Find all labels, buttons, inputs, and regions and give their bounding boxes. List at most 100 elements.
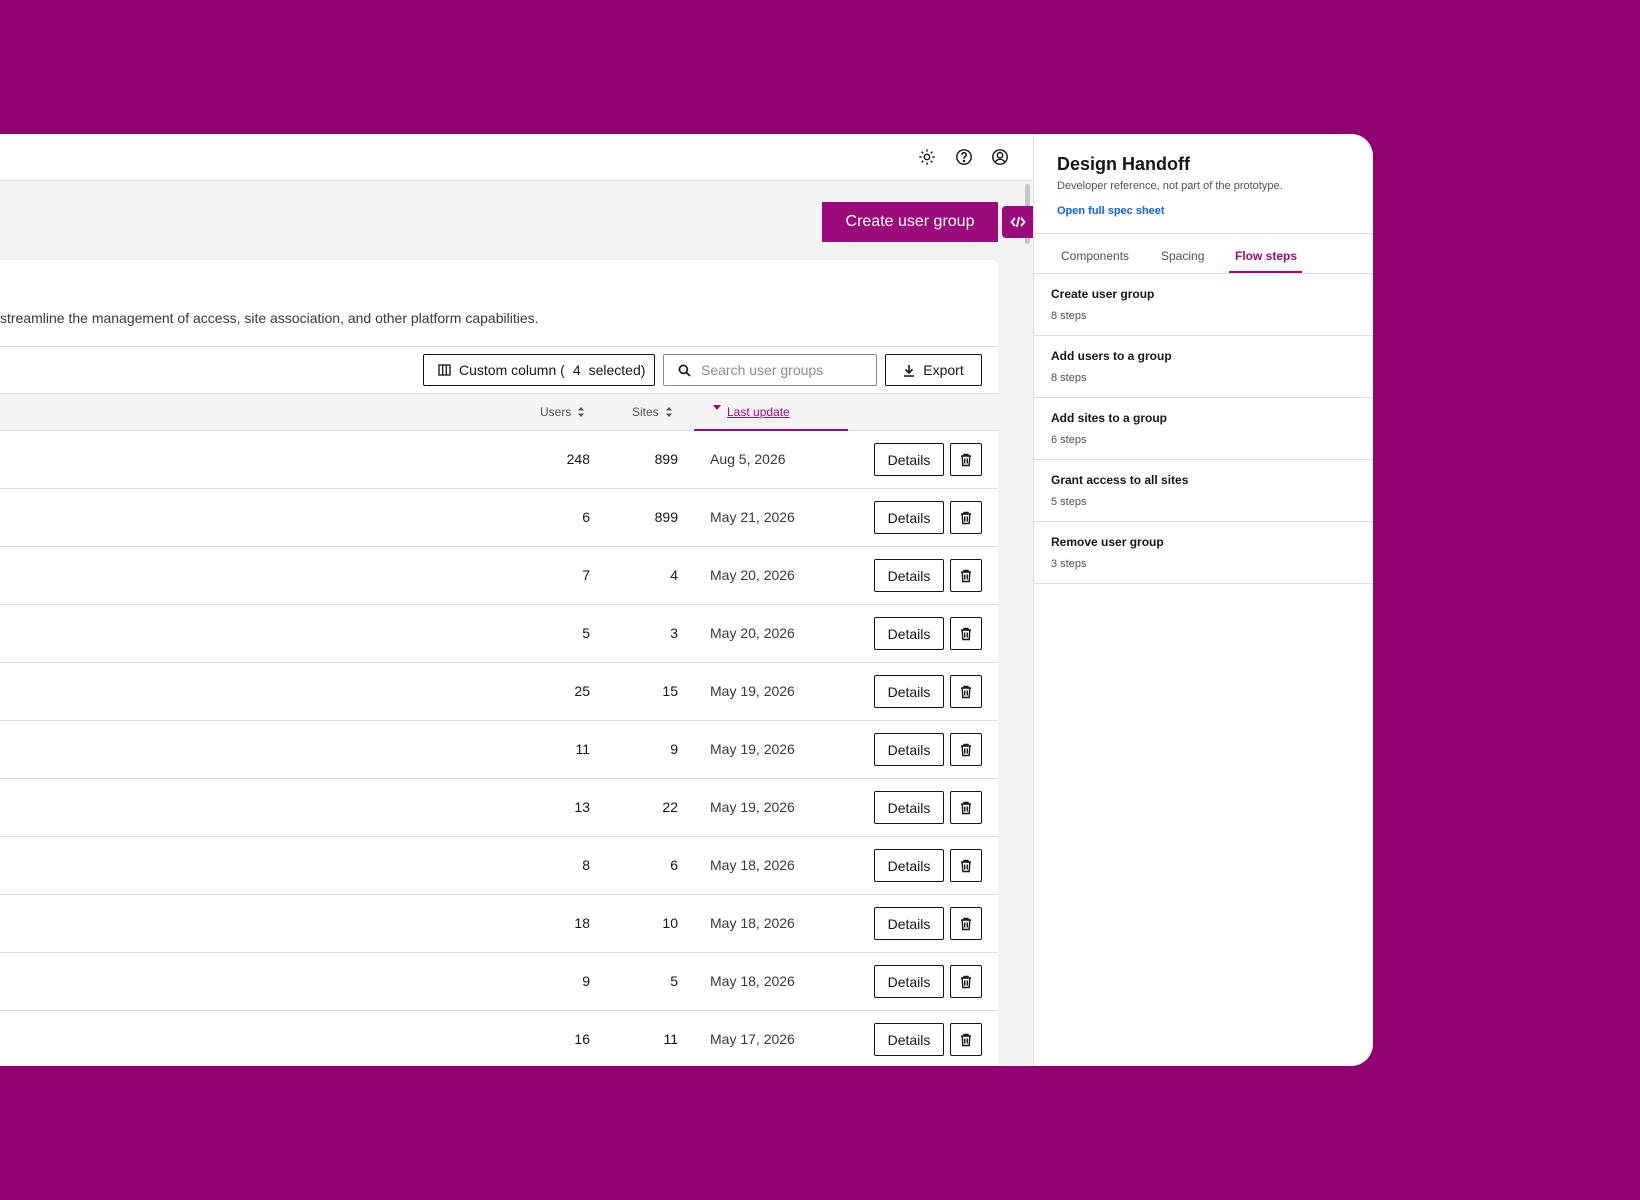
details-button[interactable]: Details — [874, 675, 944, 708]
divider — [0, 346, 998, 347]
delete-button[interactable] — [950, 617, 982, 650]
delete-button[interactable] — [950, 849, 982, 882]
cell-last-update: May 18, 2026 — [710, 857, 795, 873]
details-button[interactable]: Details — [874, 965, 944, 998]
tab-spacing[interactable]: Spacing — [1161, 249, 1204, 263]
details-button[interactable]: Details — [874, 559, 944, 592]
cell-users: 13 — [574, 799, 590, 815]
details-button[interactable]: Details — [874, 907, 944, 940]
panel-tabs: Components Spacing Flow steps — [1034, 234, 1373, 274]
delete-button[interactable] — [950, 965, 982, 998]
panel-subtitle: Developer reference, not part of the pro… — [1057, 180, 1283, 192]
tab-flow-steps[interactable]: Flow steps — [1235, 249, 1297, 263]
cell-last-update: May 19, 2026 — [710, 741, 795, 757]
create-user-group-button[interactable]: Create user group — [822, 202, 998, 242]
trash-icon — [961, 917, 971, 930]
custom-column-button[interactable]: Custom column ( 4 selected) — [423, 354, 655, 386]
cell-users: 248 — [566, 451, 590, 467]
custom-column-prefix: Custom column ( — [459, 362, 565, 378]
user-profile-icon[interactable] — [991, 148, 1009, 166]
trash-icon — [961, 569, 971, 582]
delete-button[interactable] — [950, 501, 982, 534]
header-last-update[interactable]: Last update — [713, 405, 790, 419]
trash-icon — [961, 801, 971, 814]
flow-step-count: 3 steps — [1051, 558, 1087, 570]
delete-button[interactable] — [950, 791, 982, 824]
header-sites[interactable]: Sites — [632, 405, 673, 419]
details-button[interactable]: Details — [874, 443, 944, 476]
search-field[interactable] — [663, 354, 877, 386]
details-button[interactable]: Details — [874, 791, 944, 824]
trash-icon — [961, 743, 971, 756]
table-row: 13 22 May 19, 2026 Details — [0, 779, 998, 837]
help-icon[interactable] — [955, 148, 973, 166]
delete-button[interactable] — [950, 1023, 982, 1056]
cell-users: 9 — [582, 973, 590, 989]
trash-icon — [961, 627, 971, 640]
sort-icon — [578, 407, 585, 417]
panel-title: Design Handoff — [1057, 154, 1190, 174]
cell-last-update: Aug 5, 2026 — [710, 451, 786, 467]
cell-sites: 4 — [670, 567, 678, 583]
details-button[interactable]: Details — [874, 501, 944, 534]
flow-step-count: 8 steps — [1051, 310, 1087, 322]
delete-button[interactable] — [950, 907, 982, 940]
design-handoff-panel: Design Handoff Developer reference, not … — [1033, 134, 1373, 1066]
cell-last-update: May 19, 2026 — [710, 799, 795, 815]
trash-icon — [961, 453, 971, 466]
table-body: 248 899 Aug 5, 2026 Details 6 899 May 21, 2026… — [0, 431, 998, 1066]
table-row: 7 4 May 20, 2026 Details — [0, 547, 998, 605]
flow-name: Remove user group — [1051, 535, 1164, 549]
table-row: 16 11 May 17, 2026 Details — [0, 1011, 998, 1066]
flow-item[interactable]: Grant access to all sites 5 steps — [1034, 460, 1373, 522]
flow-name: Grant access to all sites — [1051, 473, 1189, 487]
cell-sites: 10 — [662, 915, 678, 931]
download-icon — [904, 364, 915, 377]
cell-sites: 3 — [670, 625, 678, 641]
app-window: Create user group streamline the managem… — [0, 134, 1373, 1066]
search-input[interactable] — [701, 362, 871, 378]
flow-item[interactable]: Create user group 8 steps — [1034, 274, 1373, 336]
export-button[interactable]: Export — [885, 354, 982, 386]
cell-last-update: May 21, 2026 — [710, 509, 795, 525]
cell-last-update: May 18, 2026 — [710, 915, 795, 931]
table-row: 11 9 May 19, 2026 Details — [0, 721, 998, 779]
cell-users: 6 — [582, 509, 590, 525]
header-sites-label: Sites — [632, 405, 659, 419]
flow-item[interactable]: Add users to a group 8 steps — [1034, 336, 1373, 398]
cell-last-update: May 17, 2026 — [710, 1031, 795, 1047]
cell-users: 5 — [582, 625, 590, 641]
delete-button[interactable] — [950, 559, 982, 592]
cell-last-update: May 20, 2026 — [710, 567, 795, 583]
flow-item[interactable]: Remove user group 3 steps — [1034, 522, 1373, 584]
cell-last-update: May 19, 2026 — [710, 683, 795, 699]
delete-button[interactable] — [950, 675, 982, 708]
open-spec-sheet-link[interactable]: Open full spec sheet — [1057, 205, 1165, 217]
details-button[interactable]: Details — [874, 849, 944, 882]
user-groups-card: streamline the management of access, sit… — [0, 260, 998, 1066]
cell-last-update: May 20, 2026 — [710, 625, 795, 641]
delete-button[interactable] — [950, 443, 982, 476]
code-icon[interactable] — [1002, 206, 1033, 238]
details-button[interactable]: Details — [874, 733, 944, 766]
column-icon — [438, 364, 451, 376]
sort-descending-icon — [713, 405, 721, 410]
tab-components[interactable]: Components — [1061, 249, 1129, 263]
top-bar — [0, 134, 1033, 181]
header-users[interactable]: Users — [540, 405, 585, 419]
cell-last-update: May 18, 2026 — [710, 973, 795, 989]
cell-sites: 899 — [654, 451, 678, 467]
delete-button[interactable] — [950, 733, 982, 766]
cell-sites: 899 — [654, 509, 678, 525]
details-button[interactable]: Details — [874, 617, 944, 650]
cell-users: 16 — [574, 1031, 590, 1047]
cell-sites: 9 — [670, 741, 678, 757]
custom-column-suffix: selected) — [588, 362, 646, 378]
table-row: 5 3 May 20, 2026 Details — [0, 605, 998, 663]
table-row: 9 5 May 18, 2026 Details — [0, 953, 998, 1011]
details-button[interactable]: Details — [874, 1023, 944, 1056]
flow-item[interactable]: Add sites to a group 6 steps — [1034, 398, 1373, 460]
settings-icon[interactable] — [918, 148, 936, 166]
table-row: 248 899 Aug 5, 2026 Details — [0, 431, 998, 489]
cell-sites: 22 — [662, 799, 678, 815]
